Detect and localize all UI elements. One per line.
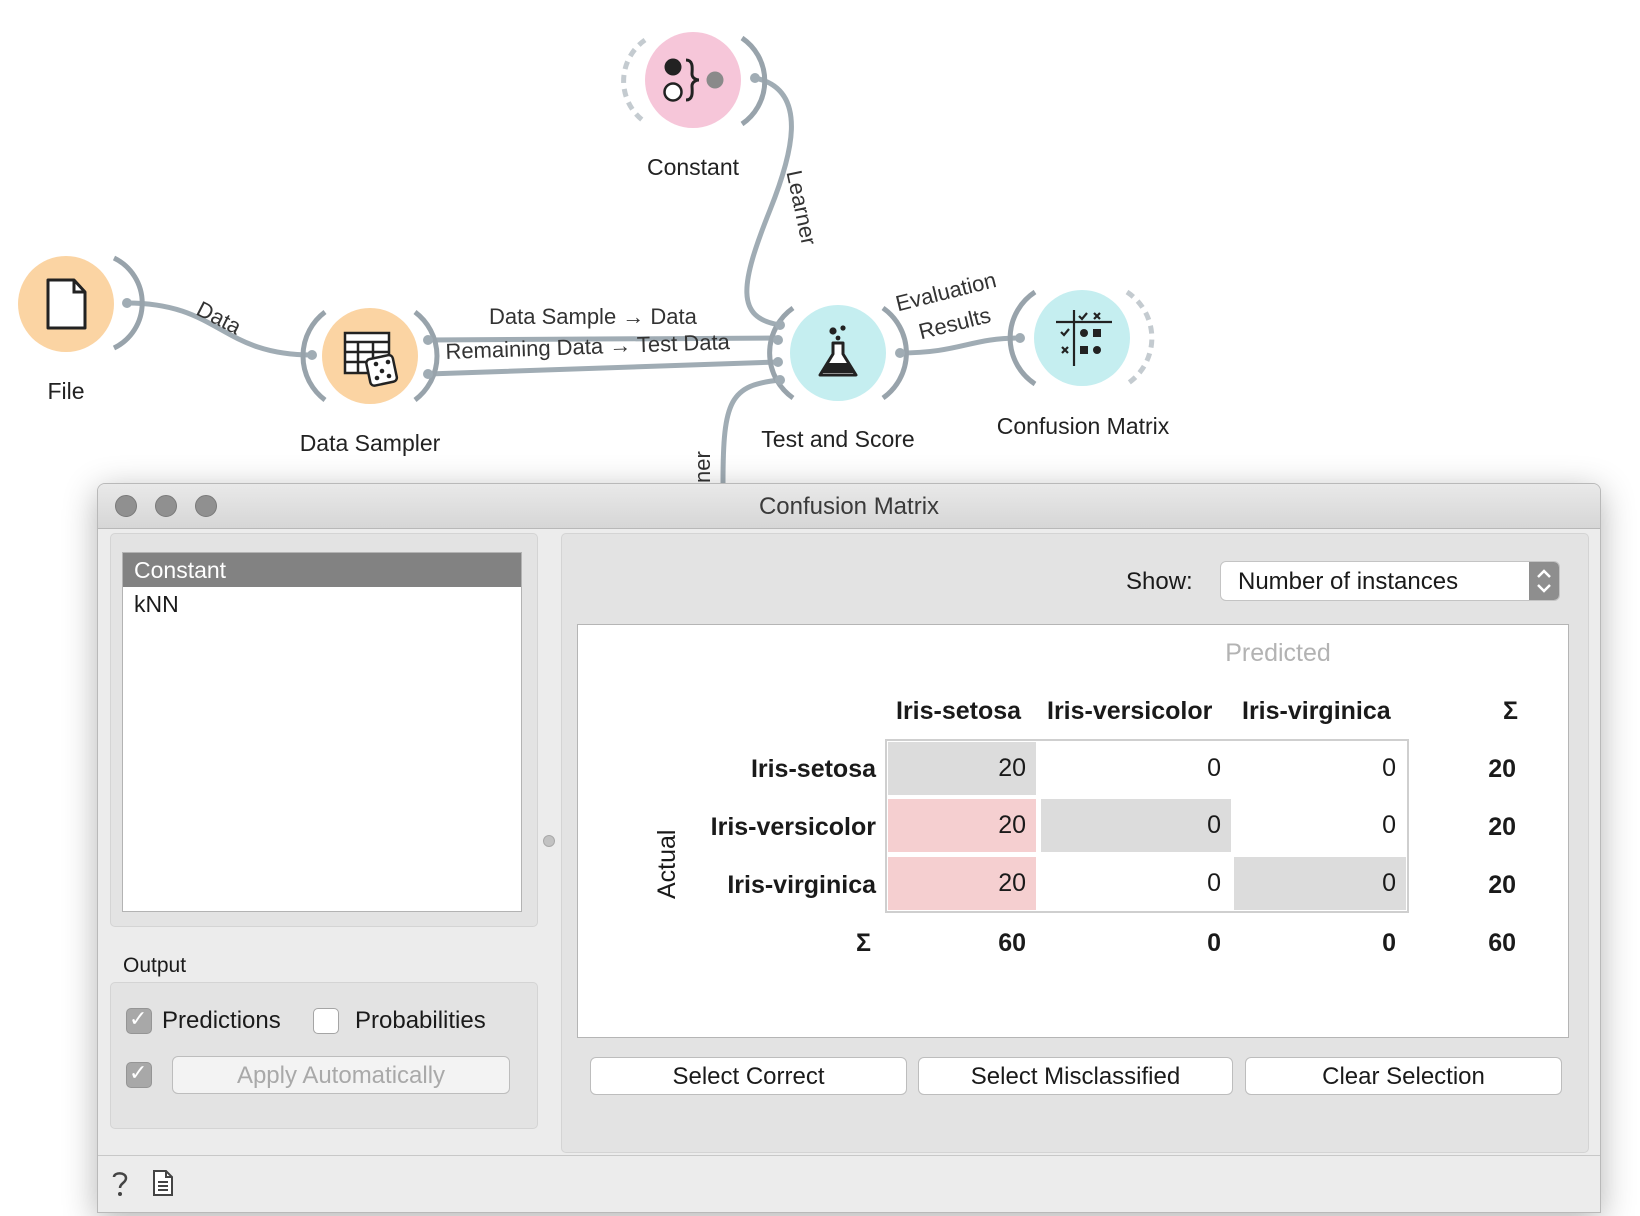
apply-automatically-button[interactable]: Apply Automatically	[172, 1056, 510, 1094]
col-header-sigma: Σ	[1503, 697, 1519, 725]
splitter-handle[interactable]	[543, 835, 555, 847]
probabilities-checkbox[interactable]	[313, 1008, 339, 1034]
col-total-iris-virginica: 0	[1382, 929, 1396, 957]
col-header-iris-setosa[interactable]: Iris-setosa	[896, 697, 1021, 726]
col-header-iris-versicolor[interactable]: Iris-versicolor	[1047, 697, 1212, 726]
test-and-score-node-label: Test and Score	[761, 426, 915, 452]
test-and-score-node[interactable]	[767, 305, 909, 401]
cell-setosa-virginica[interactable]: 0	[1234, 742, 1406, 795]
file-node-label: File	[47, 378, 85, 404]
show-select-value: Number of instances	[1238, 568, 1459, 595]
report-icon[interactable]	[150, 1168, 176, 1198]
row-total-iris-virginica: 20	[1488, 871, 1516, 899]
data-sampler-node[interactable]	[300, 308, 440, 404]
learner-item-knn[interactable]: kNN	[123, 587, 521, 621]
predicted-axis-label: Predicted	[1225, 639, 1331, 667]
confusion-matrix-table[interactable]: Predicted Iris-setosa Iris-versicolor Ir…	[577, 624, 1569, 1038]
constant-node-label: Constant	[646, 154, 740, 180]
select-misclassified-button[interactable]: Select Misclassified	[918, 1057, 1233, 1095]
confusion-matrix-node-label: Confusion Matrix	[996, 413, 1170, 439]
select-correct-button[interactable]: Select Correct	[590, 1057, 907, 1095]
link-label-learner-partial: ner	[690, 451, 715, 483]
row-total-iris-setosa: 20	[1488, 755, 1516, 783]
cell-setosa-versicolor[interactable]: 0	[1041, 742, 1231, 795]
show-label: Show:	[1126, 568, 1193, 595]
actual-axis-label: Actual	[653, 829, 681, 899]
help-icon[interactable]	[107, 1168, 133, 1198]
col-total-iris-setosa: 60	[998, 929, 1026, 957]
status-bar	[98, 1155, 1600, 1212]
window-titlebar[interactable]: Confusion Matrix	[98, 484, 1600, 529]
row-total-iris-versicolor: 20	[1488, 813, 1516, 841]
row-header-iris-versicolor[interactable]: Iris-versicolor	[688, 813, 876, 842]
confusion-matrix-node[interactable]	[1007, 289, 1155, 387]
cell-versicolor-setosa[interactable]: 20	[888, 799, 1036, 852]
file-icon	[46, 278, 87, 330]
clear-selection-button[interactable]: Clear Selection	[1245, 1057, 1562, 1095]
learner-item-constant[interactable]: Constant	[123, 553, 521, 587]
cell-versicolor-versicolor[interactable]: 0	[1041, 799, 1231, 852]
show-select[interactable]: Number of instances	[1220, 561, 1560, 601]
grand-total: 60	[1488, 929, 1516, 957]
cell-virginica-versicolor[interactable]: 0	[1041, 857, 1231, 910]
window-title: Confusion Matrix	[758, 493, 940, 520]
cell-versicolor-virginica[interactable]: 0	[1234, 799, 1406, 852]
predictions-checkbox[interactable]: ✓	[126, 1006, 152, 1034]
cell-setosa-setosa[interactable]: 20	[888, 742, 1036, 795]
link-sampler-test-remaining[interactable]	[425, 359, 781, 377]
col-header-iris-virginica[interactable]: Iris-virginica	[1242, 697, 1391, 726]
file-node[interactable]	[18, 255, 145, 352]
chevron-updown-icon	[1529, 562, 1559, 600]
probabilities-label: Probabilities	[355, 1007, 486, 1034]
output-section-title: Output	[123, 954, 187, 977]
link-test-confusion[interactable]	[897, 335, 1023, 356]
row-header-iris-virginica[interactable]: Iris-virginica	[688, 871, 876, 900]
col-total-iris-versicolor: 0	[1207, 929, 1221, 957]
cell-virginica-setosa[interactable]: 20	[888, 857, 1036, 910]
sigma-row-label: Σ	[856, 929, 872, 957]
row-header-iris-setosa[interactable]: Iris-setosa	[738, 755, 876, 784]
confusion-matrix-window: Confusion Matrix Constant kNN Output ✓ P…	[97, 483, 1601, 1213]
learner-list[interactable]: Constant kNN	[122, 552, 522, 912]
predictions-label: Predictions	[162, 1007, 281, 1034]
apply-automatically-checkbox[interactable]: ✓	[126, 1060, 152, 1088]
constant-node[interactable]	[621, 32, 768, 128]
cell-virginica-virginica[interactable]: 0	[1234, 857, 1406, 910]
data-sampler-node-label: Data Sampler	[299, 430, 441, 456]
link-label-sample-data: Data Sample → Data	[489, 304, 697, 329]
